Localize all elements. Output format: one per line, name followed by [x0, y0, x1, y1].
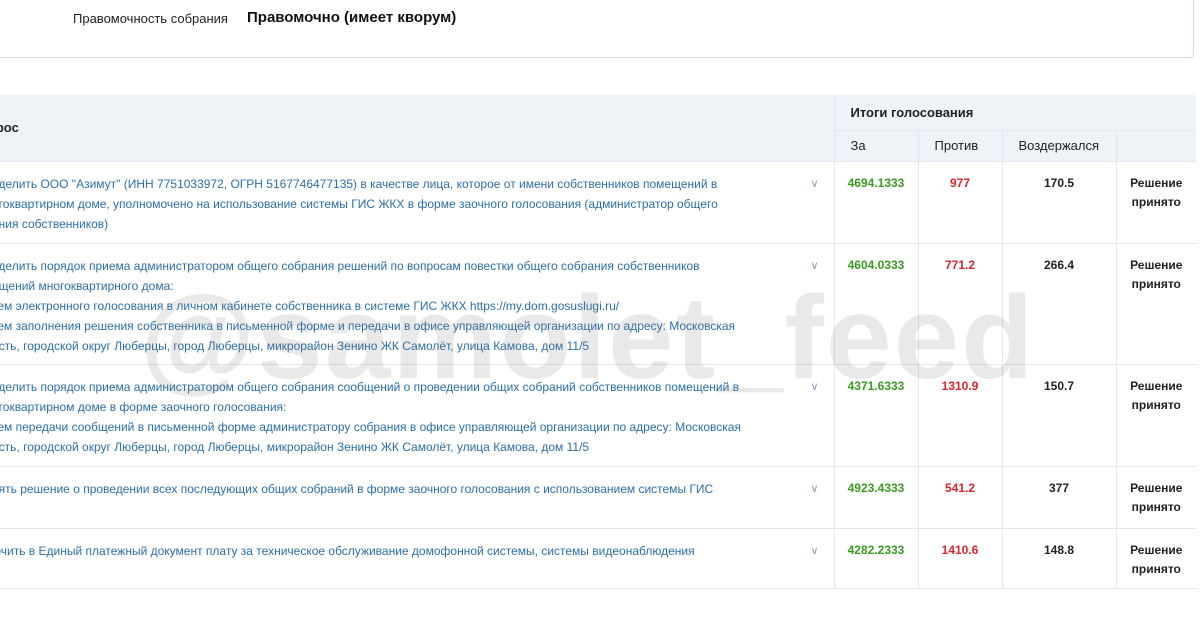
question-cell: оделить порядок приема администратором о…	[0, 364, 835, 467]
table-row: оделить порядок приема администратором о…	[0, 243, 1196, 365]
decision-status: Решение принято	[1116, 466, 1196, 529]
votes-against: 1310.9	[918, 364, 1003, 467]
decision-status: Решение принято	[1116, 243, 1196, 365]
votes-against: 771.2	[918, 243, 1003, 365]
chevron-down-icon[interactable]: ∨	[808, 545, 822, 559]
votes-abstain: 266.4	[1002, 243, 1117, 365]
votes-for: 4923.4333	[834, 466, 919, 529]
question-link[interactable]: нять решение о проведении всех последующ…	[0, 479, 798, 519]
voting-results-table: прос Итоги голосования За Против Воздерж…	[0, 95, 1196, 589]
question-cell: оделить ООО "Азимут" (ИНН 7751033972, ОГ…	[0, 161, 835, 244]
table-row: нять решение о проведении всех последующ…	[0, 466, 1196, 529]
chevron-down-icon[interactable]: ∨	[808, 483, 822, 497]
votes-for: 4282.2333	[834, 528, 919, 589]
chevron-down-icon[interactable]: ∨	[808, 260, 822, 274]
votes-for: 4371.6333	[834, 364, 919, 467]
votes-for: 4604.0333	[834, 243, 919, 365]
question-link[interactable]: ючить в Единый платежный документ плату …	[0, 541, 798, 561]
votes-abstain: 150.7	[1002, 364, 1117, 467]
table-row: ючить в Единый платежный документ плату …	[0, 528, 1196, 589]
question-link[interactable]: оделить ООО "Азимут" (ИНН 7751033972, ОГ…	[0, 174, 798, 234]
for-column-header: За	[834, 130, 919, 162]
table-row: оделить ООО "Азимут" (ИНН 7751033972, ОГ…	[0, 161, 1196, 244]
table-row: оделить порядок приема администратором о…	[0, 364, 1196, 467]
chevron-down-icon[interactable]: ∨	[808, 381, 822, 395]
votes-for: 4694.1333	[834, 161, 919, 244]
votes-abstain: 377	[1002, 466, 1117, 529]
votes-against: 1410.6	[918, 528, 1003, 589]
decision-status: Решение принято	[1116, 161, 1196, 244]
decision-column-header	[1116, 130, 1196, 162]
votes-against: 541.2	[918, 466, 1003, 529]
question-link[interactable]: оделить порядок приема администратором о…	[0, 256, 798, 356]
chevron-down-icon[interactable]: ∨	[808, 178, 822, 192]
decision-status: Решение принято	[1116, 364, 1196, 467]
against-column-header: Против	[918, 130, 1003, 162]
decision-status: Решение принято	[1116, 528, 1196, 589]
quorum-panel: Правомочность собрания Правомочно (имеет…	[0, 0, 1194, 58]
question-cell: нять решение о проведении всех последующ…	[0, 466, 835, 529]
votes-abstain: 148.8	[1002, 528, 1117, 589]
abstain-column-header: Воздержался	[1002, 130, 1117, 162]
question-column-header: прос	[0, 95, 835, 162]
quorum-label: Правомочность собрания	[73, 11, 228, 26]
results-header: Итоги голосования	[834, 95, 1196, 131]
quorum-value: Правомочно (имеет кворум)	[247, 9, 457, 26]
votes-against: 977	[918, 161, 1003, 244]
question-link[interactable]: оделить порядок приема администратором о…	[0, 377, 798, 457]
question-cell: оделить порядок приема администратором о…	[0, 243, 835, 365]
votes-abstain: 170.5	[1002, 161, 1117, 244]
question-cell: ючить в Единый платежный документ плату …	[0, 528, 835, 589]
